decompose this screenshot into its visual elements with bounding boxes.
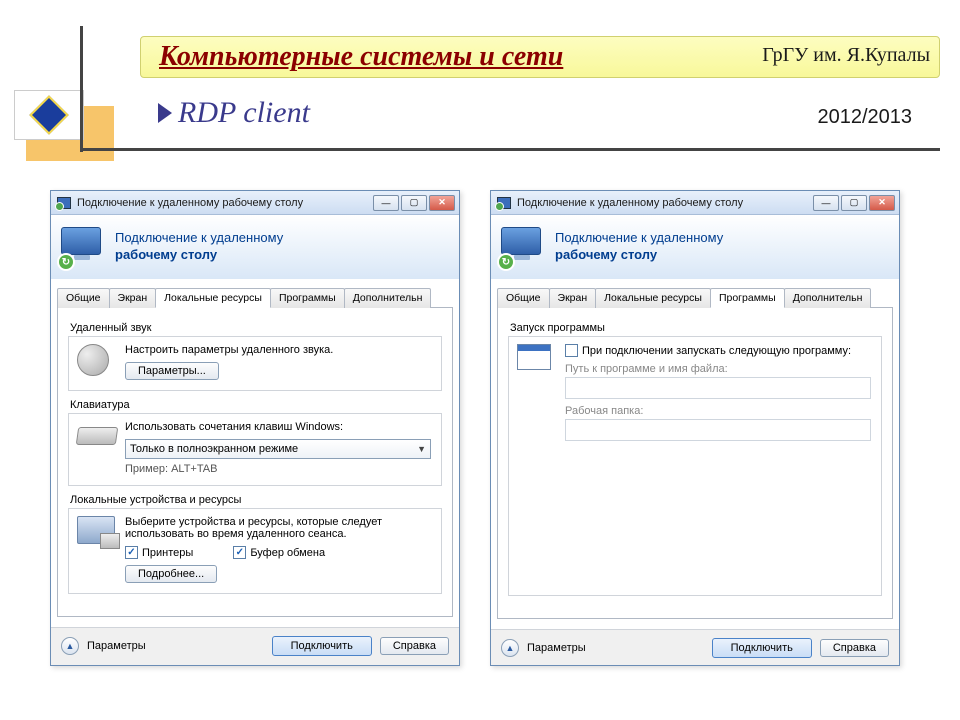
working-folder-input[interactable]	[565, 419, 871, 441]
banner-line2: рабочему столу	[115, 247, 283, 264]
keyboard-combo-value: Только в полноэкранном режиме	[130, 443, 298, 455]
devices-more-button[interactable]: Подробнее...	[125, 565, 217, 583]
dialogs-row: Подключение к удаленному рабочему столу …	[0, 160, 960, 666]
keyboard-combo[interactable]: Только в полноэкранном режиме ▼	[125, 439, 431, 459]
devices-icon	[77, 516, 115, 548]
working-folder-label: Рабочая папка:	[565, 405, 871, 417]
tab-local-resources[interactable]: Локальные ресурсы	[595, 288, 711, 308]
checkbox-checked-icon: ✓	[125, 546, 138, 559]
printers-checkbox[interactable]: ✓ Принтеры	[125, 546, 193, 559]
help-button[interactable]: Справка	[820, 639, 889, 657]
tab-screen[interactable]: Экран	[549, 288, 597, 308]
decor-horizontal-line	[80, 148, 940, 151]
titlebar[interactable]: Подключение к удаленному рабочему столу …	[491, 191, 899, 215]
slide-topic: RDP client	[158, 96, 310, 130]
tab-advanced[interactable]: Дополнительн	[784, 288, 872, 308]
tab-general[interactable]: Общие	[497, 288, 550, 308]
launch-checkbox-label: При подключении запускать следующую прог…	[582, 345, 851, 357]
keyboard-desc: Использовать сочетания клавиш Windows:	[125, 421, 431, 433]
banner-line2: рабочему столу	[555, 247, 723, 264]
rdp-dialog-programs: Подключение к удаленному рабочему столу …	[490, 190, 900, 666]
close-button[interactable]: ✕	[429, 195, 455, 211]
decor-vertical-line	[80, 26, 83, 152]
dialog-footer: ▲ Параметры Подключить Справка	[51, 627, 459, 663]
maximize-button[interactable]: ▢	[401, 195, 427, 211]
collapse-options-button[interactable]: ▲	[501, 639, 519, 657]
dialog-footer: ▲ Параметры Подключить Справка	[491, 629, 899, 665]
collapse-options-button[interactable]: ▲	[61, 637, 79, 655]
banner-line1: Подключение к удаленному	[555, 230, 723, 247]
tab-advanced[interactable]: Дополнительн	[344, 288, 432, 308]
logo-box	[14, 90, 84, 140]
program-window-icon	[517, 344, 555, 376]
group-launch-title: Запуск программы	[510, 322, 882, 334]
minimize-button[interactable]: —	[813, 195, 839, 211]
speaker-icon	[77, 344, 115, 376]
printers-label: Принтеры	[142, 547, 193, 559]
tab-programs[interactable]: Программы	[270, 288, 345, 308]
tab-strip: Общие Экран Локальные ресурсы Программы …	[497, 287, 893, 308]
topic-text: RDP client	[178, 96, 310, 130]
tab-screen[interactable]: Экран	[109, 288, 157, 308]
window-title: Подключение к удаленному рабочему столу	[77, 197, 367, 209]
maximize-button[interactable]: ▢	[841, 195, 867, 211]
rdp-app-icon	[57, 197, 71, 209]
tab-local-resources[interactable]: Локальные ресурсы	[155, 288, 271, 308]
launch-program-checkbox[interactable]: ✓ При подключении запускать следующую пр…	[565, 344, 871, 357]
tab-general[interactable]: Общие	[57, 288, 110, 308]
checkbox-unchecked-icon: ✓	[565, 344, 578, 357]
course-title: Компьютерные системы и сети	[159, 41, 563, 73]
checkbox-checked-icon: ✓	[233, 546, 246, 559]
devices-desc: Выберите устройства и ресурсы, которые с…	[125, 516, 431, 540]
keyboard-example: Пример: ALT+TAB	[125, 463, 431, 475]
group-sound-title: Удаленный звук	[70, 322, 442, 334]
banner: ↻ Подключение к удаленному рабочему стол…	[491, 215, 899, 279]
minimize-button[interactable]: —	[373, 195, 399, 211]
connect-button[interactable]: Подключить	[712, 638, 812, 658]
university-label: ГрГУ им. Я.Купалы	[762, 44, 930, 67]
banner-line1: Подключение к удаленному	[115, 230, 283, 247]
help-button[interactable]: Справка	[380, 637, 449, 655]
slide-header: Компьютерные системы и сети ГрГУ им. Я.К…	[0, 0, 960, 160]
keyboard-icon	[77, 421, 115, 453]
close-button[interactable]: ✕	[869, 195, 895, 211]
rdp-app-icon	[497, 197, 511, 209]
tab-programs[interactable]: Программы	[710, 288, 785, 308]
group-keyboard-title: Клавиатура	[70, 399, 442, 411]
sound-params-button[interactable]: Параметры...	[125, 362, 219, 380]
rdp-banner-icon: ↻	[501, 227, 545, 267]
titlebar[interactable]: Подключение к удаленному рабочему столу …	[51, 191, 459, 215]
tab-strip: Общие Экран Локальные ресурсы Программы …	[57, 287, 453, 308]
connect-button[interactable]: Подключить	[272, 636, 372, 656]
window-title: Подключение к удаленному рабочему столу	[517, 197, 807, 209]
logo-diamond-icon	[29, 95, 69, 135]
chevron-down-icon: ▼	[417, 444, 426, 454]
banner: ↻ Подключение к удаленному рабочему стол…	[51, 215, 459, 279]
program-path-label: Путь к программе и имя файла:	[565, 363, 871, 375]
rdp-banner-icon: ↻	[61, 227, 105, 267]
tab-body-local: Удаленный звук Настроить параметры удале…	[57, 308, 453, 617]
chevron-right-icon	[158, 103, 172, 123]
group-devices-title: Локальные устройства и ресурсы	[70, 494, 442, 506]
clipboard-checkbox[interactable]: ✓ Буфер обмена	[233, 546, 325, 559]
sound-desc: Настроить параметры удаленного звука.	[125, 344, 431, 356]
tab-body-programs: Запуск программы ✓ При подключении запус…	[497, 308, 893, 619]
rdp-dialog-local-resources: Подключение к удаленному рабочему столу …	[50, 190, 460, 666]
program-path-input[interactable]	[565, 377, 871, 399]
footer-params-label: Параметры	[527, 642, 704, 654]
year-label: 2012/2013	[817, 106, 912, 129]
footer-params-label: Параметры	[87, 640, 264, 652]
clipboard-label: Буфер обмена	[250, 547, 325, 559]
